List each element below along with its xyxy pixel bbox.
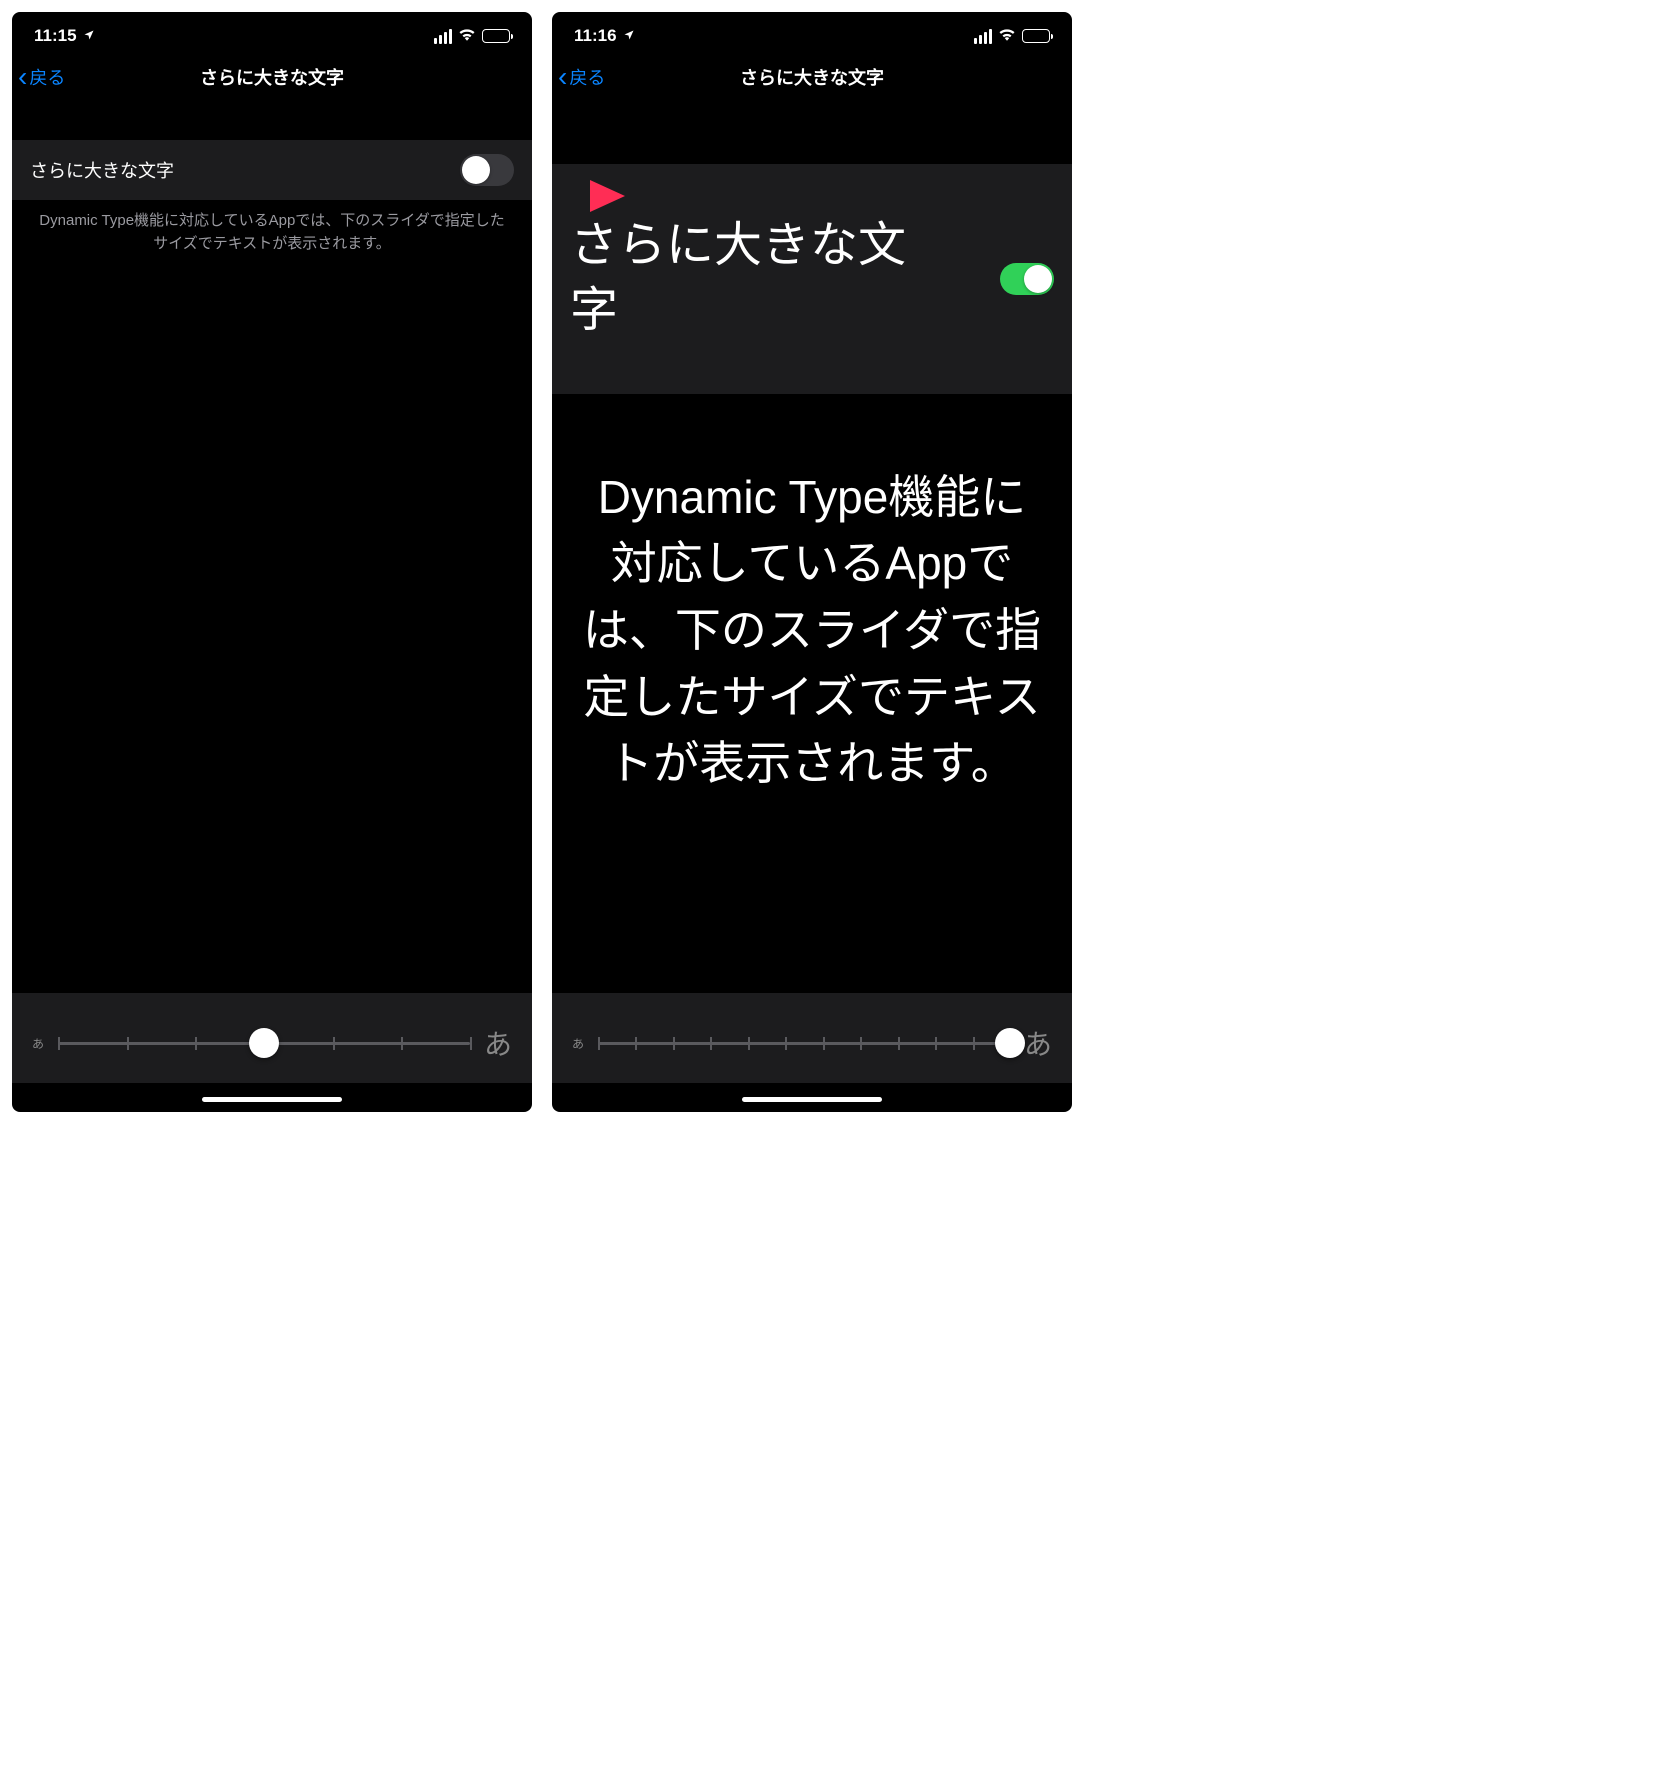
nav-bar: ‹ 戻る さらに大きな文字: [552, 52, 1072, 104]
location-icon: [83, 28, 95, 44]
text-size-slider[interactable]: [598, 1042, 1010, 1045]
page-title: さらに大きな文字: [562, 64, 1062, 90]
back-button[interactable]: ‹ 戻る: [558, 63, 605, 91]
larger-text-row[interactable]: さらに大きな文字: [12, 140, 532, 200]
text-size-slider-area: あ あ: [552, 993, 1072, 1083]
home-indicator[interactable]: [202, 1097, 342, 1102]
larger-text-row[interactable]: さらに大きな文字: [552, 164, 1072, 394]
chevron-left-icon: ‹: [558, 63, 567, 91]
slider-min-glyph: あ: [572, 1035, 584, 1052]
screenshot-before: 11:15 ‹ 戻る さらに大きな文字: [12, 12, 532, 1112]
back-label: 戻る: [29, 64, 65, 90]
location-icon: [623, 28, 635, 44]
wifi-icon: [458, 26, 476, 46]
description-text: Dynamic Type機能に対応しているAppでは、下のスライダで指定したサイ…: [552, 434, 1072, 797]
slider-min-glyph: あ: [32, 1035, 44, 1052]
signal-icon: [974, 29, 992, 44]
slider-max-glyph: あ: [484, 1023, 512, 1063]
slider-thumb[interactable]: [995, 1028, 1025, 1058]
chevron-left-icon: ‹: [18, 63, 27, 91]
slider-thumb[interactable]: [249, 1028, 279, 1058]
status-bar: 11:16: [552, 12, 1072, 52]
text-size-slider[interactable]: [58, 1042, 470, 1045]
signal-icon: [434, 29, 452, 44]
back-label: 戻る: [569, 64, 605, 90]
battery-icon: [482, 29, 510, 43]
larger-text-label: さらに大きな文字: [570, 214, 920, 344]
larger-text-label: さらに大きな文字: [30, 157, 174, 183]
back-button[interactable]: ‹ 戻る: [18, 63, 65, 91]
larger-text-toggle[interactable]: [1000, 263, 1054, 295]
home-indicator[interactable]: [742, 1097, 882, 1102]
status-bar: 11:15: [12, 12, 532, 52]
larger-text-toggle[interactable]: [460, 154, 514, 186]
status-time: 11:15: [34, 26, 77, 46]
wifi-icon: [998, 26, 1016, 46]
status-time: 11:16: [574, 26, 617, 46]
battery-icon: [1022, 29, 1050, 43]
text-size-slider-area: あ あ: [12, 993, 532, 1083]
slider-max-glyph: あ: [1024, 1023, 1052, 1063]
description-text: Dynamic Type機能に対応しているAppでは、下のスライダで指定したサイ…: [12, 200, 532, 265]
screenshot-after: 11:16 ‹ 戻る さらに大きな文字: [552, 12, 1072, 1112]
nav-bar: ‹ 戻る さらに大きな文字: [12, 52, 532, 104]
page-title: さらに大きな文字: [22, 64, 522, 90]
